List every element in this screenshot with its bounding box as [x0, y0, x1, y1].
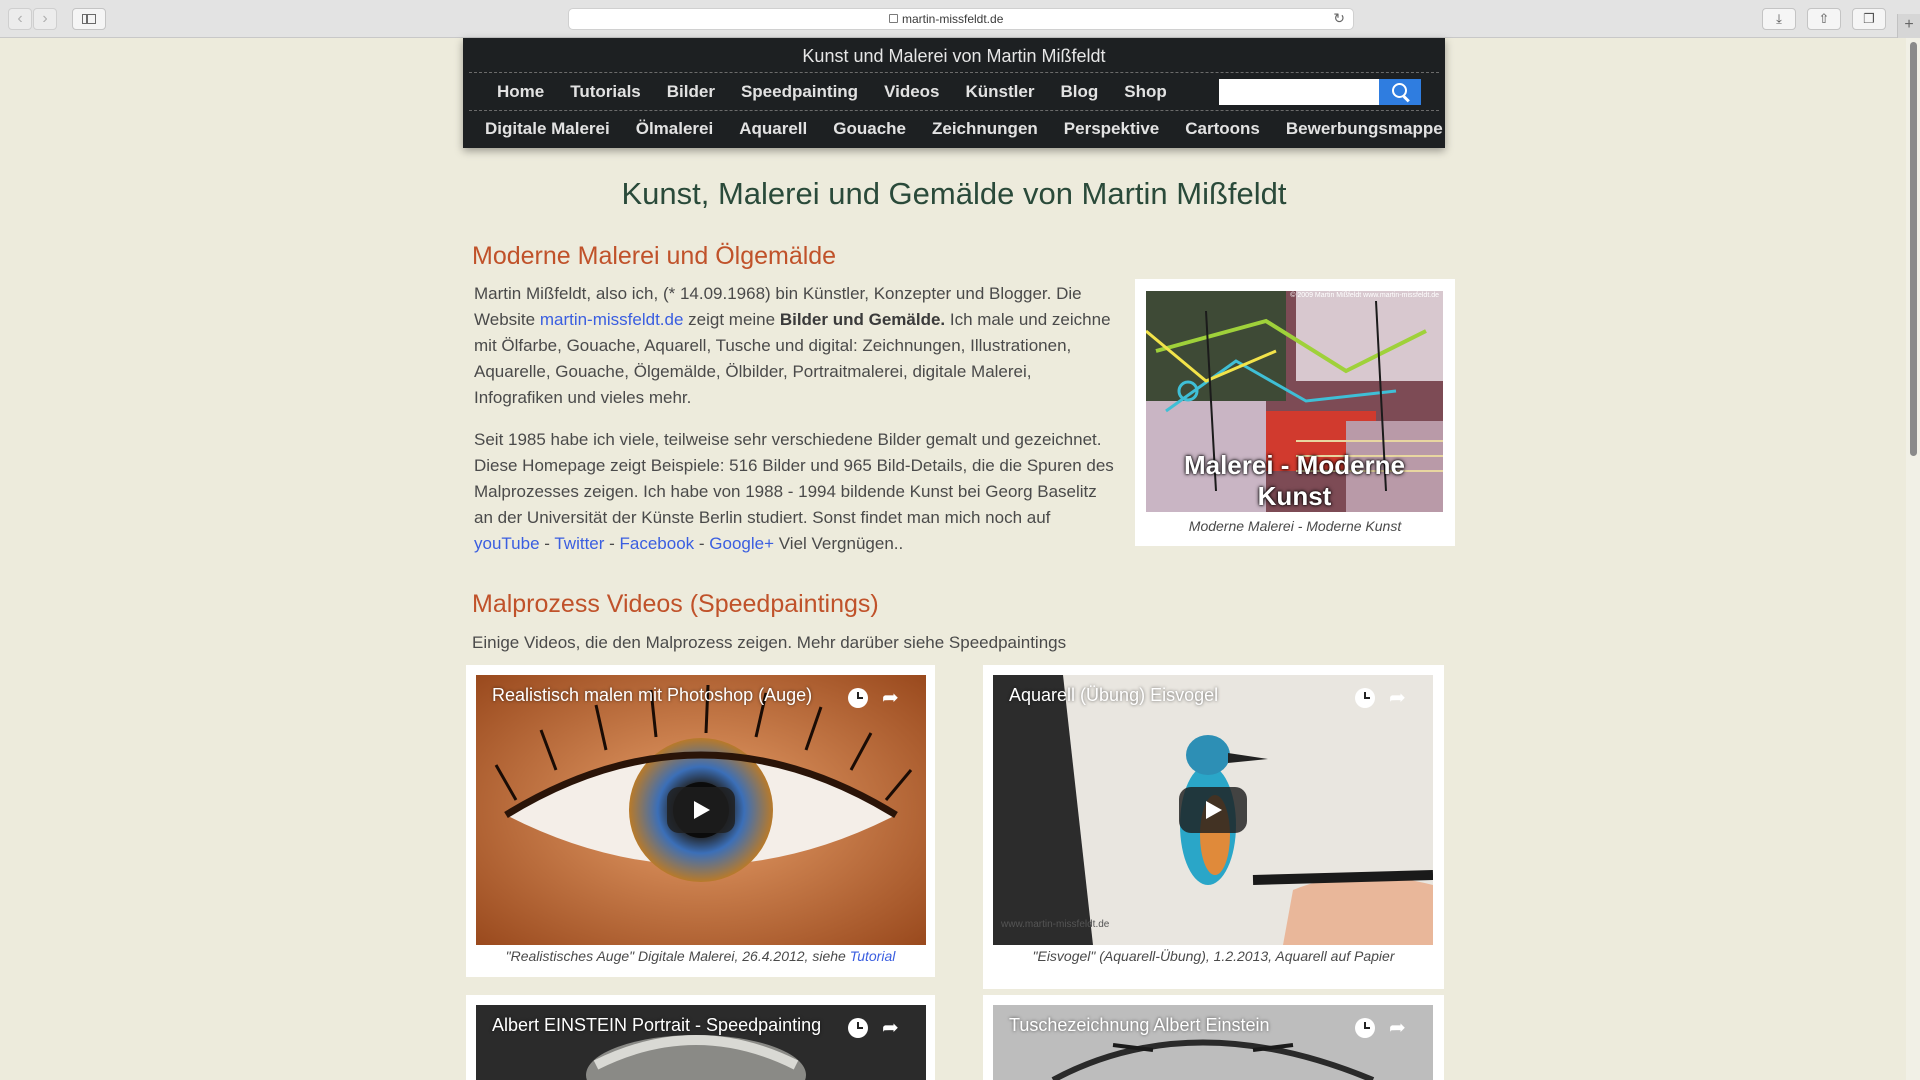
page-scrollbar[interactable]: [1906, 38, 1920, 1080]
back-icon: ‹: [17, 10, 23, 27]
download-icon: ⤓: [1776, 11, 1782, 26]
video-title[interactable]: Realistisch malen mit Photoshop (Auge): [492, 685, 812, 706]
nav-gouache[interactable]: Gouache: [833, 119, 906, 139]
nav-aquarell[interactable]: Aquarell: [739, 119, 807, 139]
twitter-link[interactable]: Twitter: [554, 534, 604, 553]
featured-painting-image[interactable]: © 2009 Martin Mißfeldt www.martin-missfe…: [1146, 291, 1443, 512]
share-icon[interactable]: ➦: [1389, 688, 1409, 708]
video-player-eisvogel[interactable]: www.martin-missfeldt.de Aquarell (Übung)…: [993, 675, 1433, 945]
painting-overlay-text: Malerei - Moderne Kunst: [1183, 450, 1406, 511]
video-card: www.martin-missfeldt.de Aquarell (Übung)…: [983, 665, 1444, 989]
search-button[interactable]: [1379, 79, 1421, 105]
primary-nav: Home Tutorials Bilder Speedpainting Vide…: [497, 74, 1193, 110]
nav-perspektive[interactable]: Perspektive: [1064, 119, 1159, 139]
browser-toolbar: ‹ › martin-missfeldt.de ↻ ⤓ ⇧ ❐ +: [0, 0, 1920, 38]
watch-later-icon[interactable]: [848, 688, 868, 708]
sidebar-icon: [82, 14, 96, 24]
play-button[interactable]: [1179, 787, 1247, 833]
video-watermark: www.martin-missfeldt.de: [1000, 919, 1110, 930]
share-icon[interactable]: ➦: [1389, 1018, 1409, 1038]
video-title[interactable]: Tuschezeichnung Albert Einstein: [1009, 1015, 1270, 1036]
video-card: Albert EINSTEIN Portrait - Speedpainting…: [466, 995, 935, 1080]
sidebar-toggle-button[interactable]: [72, 8, 106, 30]
nav-speedpainting[interactable]: Speedpainting: [741, 82, 858, 102]
nav-bilder[interactable]: Bilder: [667, 82, 715, 102]
featured-painting-figure: © 2009 Martin Mißfeldt www.martin-missfe…: [1135, 279, 1455, 546]
youtube-link[interactable]: youTube: [474, 534, 540, 553]
nav-zeichnungen[interactable]: Zeichnungen: [932, 119, 1038, 139]
share-button[interactable]: ⇧: [1807, 8, 1841, 30]
nav-home[interactable]: Home: [497, 82, 544, 102]
url-text: martin-missfeldt.de: [902, 12, 1004, 26]
nav-bewerbungsmappe[interactable]: Bewerbungsmappe: [1286, 119, 1443, 139]
page-title: Kunst, Malerei und Gemälde von Martin Mi…: [621, 176, 1287, 211]
tabs-icon: ❐: [1863, 11, 1875, 26]
nav-cartoons[interactable]: Cartoons: [1185, 119, 1260, 139]
painting-copyright: © 2009 Martin Mißfeldt www.martin-missfe…: [1290, 292, 1439, 299]
facebook-link[interactable]: Facebook: [620, 534, 695, 553]
site-header: Kunst und Malerei von Martin Mißfeldt Ho…: [463, 38, 1445, 148]
watch-later-icon[interactable]: [848, 1018, 868, 1038]
tutorial-link[interactable]: Tutorial: [850, 948, 896, 964]
bio-paragraph: Seit 1985 habe ich viele, teilweise sehr…: [474, 430, 1114, 553]
section-heading-malerei: Moderne Malerei und Ölgemälde: [472, 242, 837, 270]
video-player-einstein[interactable]: Albert EINSTEIN Portrait - Speedpainting…: [476, 1005, 926, 1080]
google-plus-link[interactable]: Google+: [709, 534, 774, 553]
site-link[interactable]: martin-missfeldt.de: [540, 310, 684, 329]
video-player-einstein-ink[interactable]: Tuschezeichnung Albert Einstein ➦: [993, 1005, 1433, 1080]
nav-digitale-malerei[interactable]: Digitale Malerei: [485, 119, 610, 139]
video-player-eye[interactable]: Realistisch malen mit Photoshop (Auge) ➦: [476, 675, 926, 945]
tab-overview-button[interactable]: ❐: [1852, 8, 1886, 30]
video-card: Tuschezeichnung Albert Einstein ➦: [983, 995, 1444, 1080]
nav-blog[interactable]: Blog: [1060, 82, 1098, 102]
share-icon: ⇧: [1818, 11, 1830, 26]
nav-kuenstler[interactable]: Künstler: [966, 82, 1035, 102]
figure-caption: Moderne Malerei - Moderne Kunst: [1188, 518, 1402, 534]
forward-icon: ›: [42, 10, 48, 27]
video-title[interactable]: Albert EINSTEIN Portrait - Speedpainting: [492, 1015, 821, 1036]
nav-videos[interactable]: Videos: [884, 82, 939, 102]
watch-later-icon[interactable]: [1355, 688, 1375, 708]
watch-later-icon[interactable]: [1355, 1018, 1375, 1038]
reload-icon[interactable]: ↻: [1333, 10, 1345, 27]
scrollbar-thumb[interactable]: [1910, 42, 1917, 456]
search-input[interactable]: [1219, 79, 1379, 105]
nav-shop[interactable]: Shop: [1124, 82, 1167, 102]
new-tab-button[interactable]: +: [1897, 14, 1920, 38]
video-caption: "Realistisches Auge" Digitale Malerei, 2…: [505, 948, 896, 964]
video-caption: "Eisvogel" (Aquarell-Übung), 1.2.2013, A…: [1032, 948, 1395, 964]
share-icon[interactable]: ➦: [882, 688, 902, 708]
section-heading-videos: Malprozess Videos (Speedpaintings): [472, 590, 879, 618]
video-card: Realistisch malen mit Photoshop (Auge) ➦…: [466, 665, 935, 977]
plus-icon: +: [1904, 16, 1914, 33]
lock-icon: [889, 14, 898, 23]
intro-paragraph: Martin Mißfeldt, also ich, (* 14.09.1968…: [474, 284, 1111, 407]
back-button[interactable]: ‹: [8, 8, 32, 30]
secondary-nav: Digitale Malerei Ölmalerei Aquarell Goua…: [485, 112, 1443, 146]
video-title[interactable]: Aquarell (Übung) Eisvogel: [1009, 685, 1218, 706]
play-button[interactable]: [667, 787, 735, 833]
address-bar[interactable]: martin-missfeldt.de ↻: [568, 8, 1354, 30]
nav-oelmalerei[interactable]: Ölmalerei: [636, 119, 714, 139]
share-icon[interactable]: ➦: [882, 1018, 902, 1038]
forward-button[interactable]: ›: [33, 8, 57, 30]
nav-tutorials[interactable]: Tutorials: [570, 82, 641, 102]
site-title[interactable]: Kunst und Malerei von Martin Mißfeldt: [463, 46, 1445, 67]
downloads-button[interactable]: ⤓: [1762, 8, 1796, 30]
videos-intro: Einige Videos, die den Malprozess zeigen…: [472, 633, 1067, 652]
